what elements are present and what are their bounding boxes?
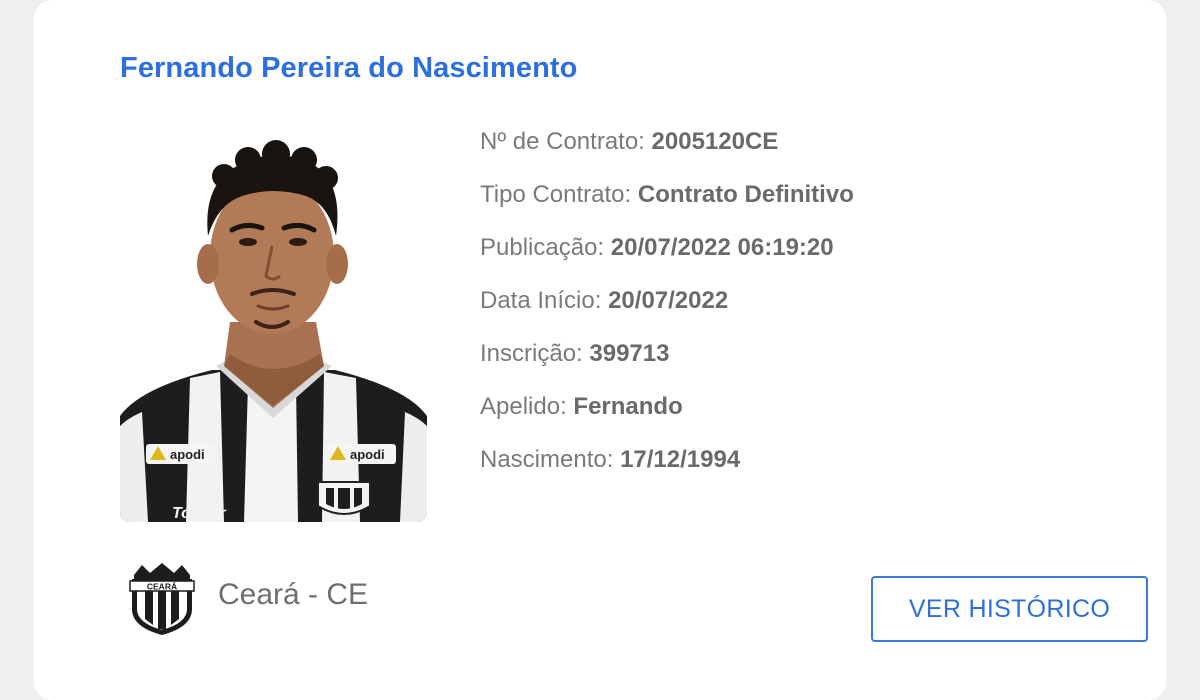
registration-label: Inscrição:: [480, 340, 583, 367]
club-name[interactable]: Ceará - CE: [218, 578, 368, 612]
birth-label: Nascimento:: [480, 446, 614, 473]
contract-type-label: Tipo Contrato:: [480, 181, 632, 208]
player-card: Fernando Pereira do Nascimento apodi apo…: [34, 0, 1166, 700]
view-history-button[interactable]: VER HISTÓRICO: [871, 576, 1148, 642]
player-name[interactable]: Fernando Pereira do Nascimento: [120, 52, 577, 85]
nickname-label: Apelido:: [480, 393, 567, 420]
brand-text: Topper: [172, 505, 226, 522]
sponsor-badge-left: apodi: [146, 444, 216, 464]
jersey-crest-icon: [317, 481, 371, 515]
player-photo-illustration: apodi apodi Topper: [120, 140, 427, 522]
publication-row: Publicação: 20/07/2022 06:19:20: [480, 230, 854, 283]
sponsor-text-right: apodi: [350, 447, 385, 462]
contract-number-label: Nº de Contrato:: [480, 128, 645, 155]
registration-value: 399713: [589, 340, 670, 367]
contract-number-value: 2005120CE: [651, 128, 779, 155]
player-photo: apodi apodi Topper: [120, 126, 427, 522]
sponsor-text-left: apodi: [170, 447, 205, 462]
sponsor-badge-right: apodi: [326, 444, 396, 464]
start-date-row: Data Início: 20/07/2022: [480, 283, 854, 336]
publication-value: 20/07/2022 06:19:20: [610, 234, 834, 261]
contract-type-row: Tipo Contrato: Contrato Definitivo: [480, 177, 854, 230]
nickname-row: Apelido: Fernando: [480, 389, 854, 442]
club-crest-text: CEARÁ: [147, 582, 177, 592]
club-info: CEARÁ Ceará - CE: [128, 561, 368, 637]
start-date-value: 20/07/2022: [608, 287, 729, 314]
contract-number-row: Nº de Contrato: 2005120CE: [480, 124, 854, 177]
birth-value: 17/12/1994: [620, 446, 741, 473]
nickname-value: Fernando: [573, 393, 683, 420]
start-date-label: Data Início:: [480, 287, 602, 314]
registration-row: Inscrição: 399713: [480, 336, 854, 389]
club-crest-icon: CEARÁ: [129, 563, 195, 635]
contract-details: Nº de Contrato: 2005120CE Tipo Contrato:…: [480, 124, 854, 495]
contract-type-value: Contrato Definitivo: [637, 181, 854, 208]
publication-label: Publicação:: [480, 234, 605, 261]
birth-row: Nascimento: 17/12/1994: [480, 442, 854, 495]
